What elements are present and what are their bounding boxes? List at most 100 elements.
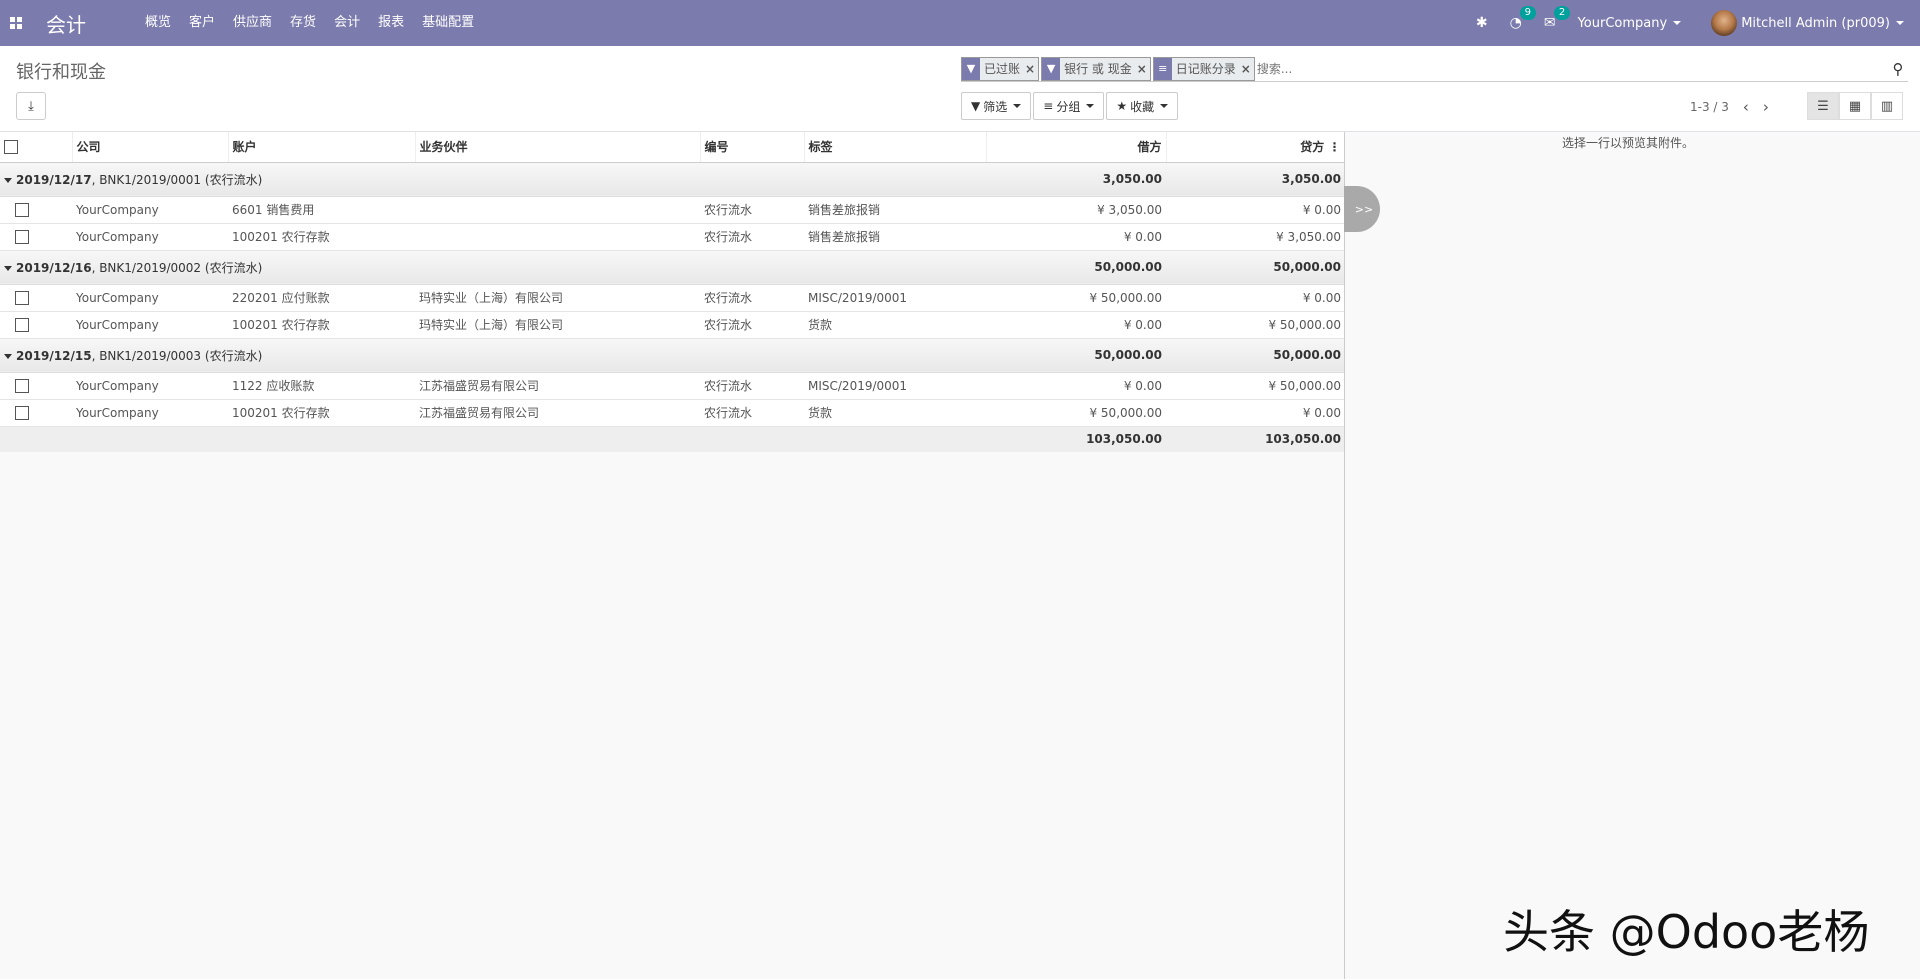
search-facet-groupby-entry: ≡ 日记账分录 × (1152, 56, 1255, 81)
menu-item-customers[interactable]: 客户 (180, 0, 224, 46)
chevron-down-icon (1086, 104, 1095, 108)
company-switcher[interactable]: YourCompany (1578, 16, 1682, 31)
column-header-account[interactable]: 账户 (228, 132, 416, 163)
cell-partner: 江苏福盛贸易有限公司 (415, 399, 700, 427)
row-checkbox[interactable] (15, 378, 29, 393)
cell-partner: 玛特实业（上海）有限公司 (415, 311, 700, 339)
caret-down-icon (4, 177, 12, 183)
caret-down-icon (4, 353, 12, 359)
table-row[interactable]: YourCompany 100201 农行存款 玛特实业（上海）有限公司 农行流… (0, 311, 1345, 339)
control-panel: 银行和现金 ⤓ ▼ 已过账 × ▼ 银行 或 现金 × ≡ 日记账分录 × ⚲ … (0, 46, 1920, 132)
group-debit: 3,050.00 (986, 162, 1166, 197)
menu-item-vendors[interactable]: 供应商 (224, 0, 281, 46)
cell-account: 100201 农行存款 (228, 399, 415, 427)
table-row[interactable]: YourCompany 100201 农行存款 江苏福盛贸易有限公司 农行流水 … (0, 399, 1345, 427)
groupby-button[interactable]: ≡ 分组 (1033, 92, 1105, 120)
watermark: 头条 @Odoo老杨 (1503, 905, 1870, 959)
menu-item-reports[interactable]: 报表 (369, 0, 413, 46)
cell-partner: 江苏福盛贸易有限公司 (415, 372, 700, 400)
debug-icon[interactable]: ✱ (1476, 15, 1488, 31)
group-debit: 50,000.00 (986, 338, 1166, 373)
close-icon[interactable]: × (1240, 62, 1254, 76)
table-row[interactable]: YourCompany 100201 农行存款 农行流水 销售差旅报销 ¥ 0.… (0, 223, 1345, 251)
pager-value[interactable]: 1-3 / 3 (1690, 100, 1729, 114)
pager-previous-icon[interactable]: ‹ (1743, 98, 1749, 116)
group-icon: ≡ (1153, 57, 1172, 80)
search-input[interactable] (1256, 56, 1888, 81)
cell-debit: ¥ 0.00 (986, 311, 1166, 339)
pager-next-icon[interactable]: › (1763, 98, 1769, 116)
pivot-view-icon[interactable]: ▦ (1839, 92, 1871, 120)
cell-ref: 农行流水 (700, 223, 804, 251)
cell-ref: 农行流水 (700, 284, 804, 312)
column-header-company[interactable]: 公司 (72, 132, 229, 163)
menu-item-inventory[interactable]: 存货 (281, 0, 325, 46)
cell-debit: ¥ 0.00 (986, 372, 1166, 400)
cell-ref: 农行流水 (700, 311, 804, 339)
cell-account: 100201 农行存款 (228, 223, 415, 251)
table-row[interactable]: YourCompany 1122 应收账款 江苏福盛贸易有限公司 农行流水 MI… (0, 372, 1345, 400)
chevron-down-icon (1160, 104, 1169, 108)
menu-item-accounting[interactable]: 会计 (325, 0, 369, 46)
graph-view-icon[interactable]: ▥ (1871, 92, 1903, 120)
breadcrumb: 银行和现金 (16, 62, 106, 83)
filter-button[interactable]: ▼ 筛选 (961, 92, 1032, 120)
column-header-ref[interactable]: 编号 (700, 132, 805, 163)
filter-icon: ▼ (971, 99, 981, 113)
messages-icon[interactable]: ✉ 2 (1544, 6, 1571, 31)
apps-menu-icon[interactable] (0, 0, 32, 46)
group-row[interactable]: 2019/12/16, BNK1/2019/0002 (农行流水) 50,000… (0, 250, 1345, 285)
cell-account: 6601 销售费用 (228, 196, 415, 224)
caret-down-icon (4, 265, 12, 271)
chevron-down-icon (1673, 21, 1682, 25)
cell-debit: ¥ 50,000.00 (986, 399, 1166, 427)
menu-item-configuration[interactable]: 基础配置 (413, 0, 483, 46)
cell-label: 销售差旅报销 (804, 196, 986, 224)
totals-row: 103,050.00 103,050.00 (0, 426, 1345, 452)
row-checkbox[interactable] (15, 317, 29, 332)
row-checkbox[interactable] (15, 202, 29, 217)
close-icon[interactable]: × (1136, 62, 1150, 76)
group-credit: 3,050.00 (1166, 162, 1345, 197)
attachment-preview-pane: 选择一行以预览其附件。 (1344, 132, 1920, 979)
cell-company: YourCompany (72, 284, 228, 312)
table-row[interactable]: YourCompany 220201 应付账款 玛特实业（上海）有限公司 农行流… (0, 284, 1345, 312)
close-icon[interactable]: × (1024, 62, 1038, 76)
optional-columns-icon[interactable]: ⋮ (1329, 140, 1341, 154)
search-options: ▼ 筛选 ≡ 分组 ★ 收藏 (961, 92, 1180, 120)
cell-ref: 农行流水 (700, 399, 804, 427)
column-header-label[interactable]: 标签 (804, 132, 987, 163)
select-all-checkbox[interactable] (4, 140, 18, 154)
table-row[interactable]: YourCompany 6601 销售费用 农行流水 销售差旅报销 ¥ 3,05… (0, 196, 1345, 224)
user-menu[interactable]: Mitchell Admin (pr009) (1711, 10, 1904, 36)
favorites-button[interactable]: ★ 收藏 (1106, 92, 1179, 120)
select-all-cell (0, 132, 73, 163)
row-checkbox[interactable] (15, 405, 29, 420)
cell-label: MISC/2019/0001 (804, 284, 986, 312)
cell-company: YourCompany (72, 223, 228, 251)
cell-company: YourCompany (72, 372, 228, 400)
list-view-icon[interactable]: ☰ (1807, 92, 1839, 120)
cell-ref: 农行流水 (700, 372, 804, 400)
group-row[interactable]: 2019/12/17, BNK1/2019/0001 (农行流水) 3,050.… (0, 162, 1345, 197)
main-menu: 概览 客户 供应商 存货 会计 报表 基础配置 (136, 0, 483, 46)
filter-icon: ▼ (1042, 57, 1061, 80)
total-debit: 103,050.00 (986, 426, 1166, 452)
cell-company: YourCompany (72, 399, 228, 427)
row-checkbox[interactable] (15, 290, 29, 305)
app-title[interactable]: 会计 (46, 9, 86, 38)
row-checkbox[interactable] (15, 229, 29, 244)
column-header-credit[interactable]: 贷方 ⋮ (1166, 132, 1346, 163)
export-button[interactable]: ⤓ (16, 92, 46, 120)
cell-credit: ¥ 0.00 (1166, 399, 1345, 427)
download-icon: ⤓ (28, 98, 34, 114)
activity-icon[interactable]: ◔ 9 (1510, 6, 1537, 31)
cell-debit: ¥ 0.00 (986, 223, 1166, 251)
pager: 1-3 / 3 ‹ › (1690, 98, 1783, 116)
search-icon[interactable]: ⚲ (1888, 60, 1908, 78)
menu-item-overview[interactable]: 概览 (136, 0, 180, 46)
group-row[interactable]: 2019/12/15, BNK1/2019/0003 (农行流水) 50,000… (0, 338, 1345, 373)
chevron-down-icon (1013, 104, 1022, 108)
column-header-debit[interactable]: 借方 (986, 132, 1167, 163)
column-header-partner[interactable]: 业务伙伴 (415, 132, 701, 163)
